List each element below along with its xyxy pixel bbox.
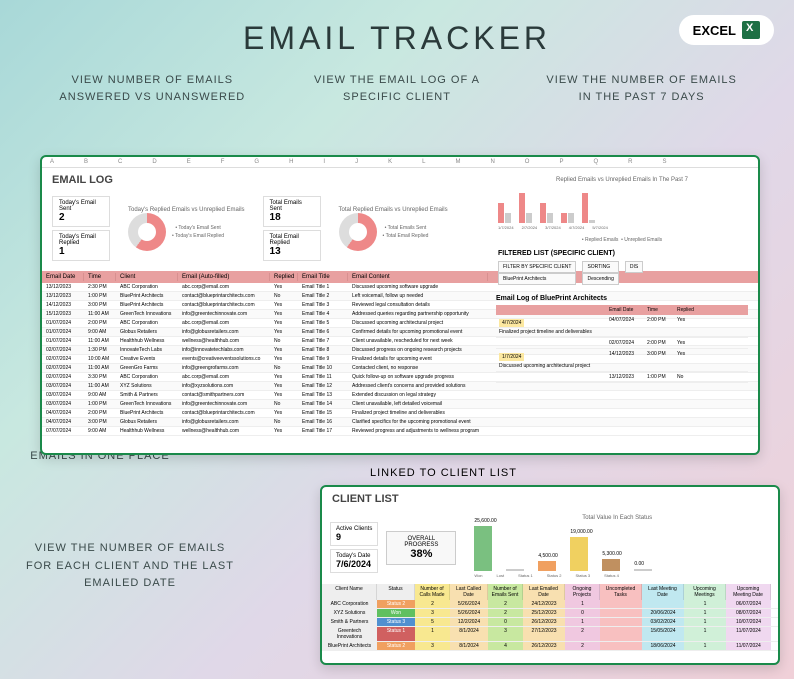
table-row[interactable]: 04/07/20243:00 PMGlobus Retailersinfo@gl… — [42, 418, 758, 427]
client-row[interactable]: XYZ SolutionsWon35/26/2024225/12/2023020… — [322, 609, 778, 618]
page-title: EMAIL TRACKER — [0, 20, 794, 57]
client-row[interactable]: BluePrint ArchitectsStatus 238/1/2024426… — [322, 642, 778, 651]
callout-per-client: VIEW THE NUMBER OF EMAILS FOR EACH CLIEN… — [20, 540, 240, 593]
table-row[interactable]: 03/07/20249:00 AMSmith & Partnerscontact… — [42, 391, 758, 400]
filter-client-label: FILTER BY SPECIFIC CLIENT — [498, 261, 576, 273]
callout-past7: VIEW THE NUMBER OF EMAILS IN THE PAST 7 … — [542, 72, 742, 105]
client-table-header: Client NameStatusNumber of Calls MadeLas… — [322, 584, 778, 600]
client-row[interactable]: Smith & PartnersStatus 3512/2/2024026/12… — [322, 618, 778, 627]
status-bar-chart: 25,600.00 4,500.00 19,000.00 5,300.00 0.… — [464, 521, 770, 571]
progress-box: OVERALL PROGRESS38% — [386, 531, 456, 565]
email-log-panel: ABCDEFGHIJKLMNOPQRS EMAIL LOG Today's Em… — [40, 155, 760, 455]
donut2-title: Total Replied Emails vs Unreplied Emails — [339, 207, 448, 213]
donut-chart-total — [339, 213, 377, 251]
table-row[interactable]: 03/07/20241:00 PMGreenTech Innovationsin… — [42, 400, 758, 409]
filtered-title: FILTERED LIST (SPECIFIC CLIENT) — [498, 250, 746, 257]
legend-total: • Total Emails Sent• Total Email Replied — [383, 224, 429, 240]
callout-answered: VIEW NUMBER OF EMAILS ANSWERED VS UNANSW… — [52, 72, 252, 105]
mini-log-title: Email Log of BluePrint Architects — [496, 295, 748, 302]
excel-icon — [742, 21, 760, 39]
mini-row: 1/7/2024Discussed upcoming architectural… — [496, 349, 748, 372]
mini-row: 13/12/20231:00 PMNo — [496, 372, 748, 383]
stat-total-sent: Total Emails Sent18 — [263, 196, 321, 227]
client-row[interactable]: ABC CorporationStatus 225/26/2024224/12/… — [322, 600, 778, 609]
table-row[interactable]: 04/07/20242:00 PMBluePrint Architectscon… — [42, 409, 758, 418]
mini-log-header: Email DateTimeReplied — [496, 305, 748, 315]
stat-today-date: Today's Date7/6/2024 — [330, 549, 378, 573]
legend-today: • Today's Email Sent• Today's Email Repl… — [172, 224, 224, 240]
stat-active-clients: Active Clients9 — [330, 522, 378, 546]
column-letters: ABCDEFGHIJKLMNOPQRS — [42, 157, 758, 168]
stat-today-sent: Today's Email Sent2 — [52, 196, 110, 227]
table-row[interactable]: 07/07/20249:00 AMHealthhub Wellnesswelln… — [42, 427, 758, 436]
donut1-title: Today's Replied Emails vs Unreplied Emai… — [128, 207, 245, 213]
donut-chart-today — [128, 213, 166, 251]
mini-row: 4/7/2024Finalized project timeline and d… — [496, 315, 748, 338]
filter-sort-label: SORTING — [582, 261, 618, 273]
callout-client-log: VIEW THE EMAIL LOG OF A SPECIFIC CLIENT — [297, 72, 497, 105]
client-row[interactable]: Greentech InnovationsStatus 118/1/202432… — [322, 627, 778, 642]
callout-linked: LINKED TO CLIENT LIST — [370, 467, 517, 479]
client-list-panel: CLIENT LIST Active Clients9 Today's Date… — [320, 485, 780, 665]
bar-labels: 1/7/20242/7/20243/7/20244/7/20245/7/2024 — [492, 223, 752, 232]
client-list-title: CLIENT LIST — [322, 487, 778, 511]
mini-row: 02/07/20242:00 PMYes — [496, 338, 748, 349]
bar-chart-past7 — [492, 183, 752, 223]
stat-today-replied: Today's Email Replied1 — [52, 230, 110, 261]
status-labels: WonLostStatus 1Status 2Status 3Status 4 — [464, 571, 770, 580]
bar-legend: • Replied Emails • Unreplied Emails — [492, 236, 752, 244]
excel-badge: EXCEL — [679, 15, 774, 45]
stat-total-replied: Total Email Replied13 — [263, 230, 321, 261]
filter-sort-value[interactable]: Descending — [582, 273, 618, 285]
filter-dis: DIS — [625, 261, 643, 273]
filter-client-value[interactable]: BluePrint Architects — [498, 273, 576, 285]
